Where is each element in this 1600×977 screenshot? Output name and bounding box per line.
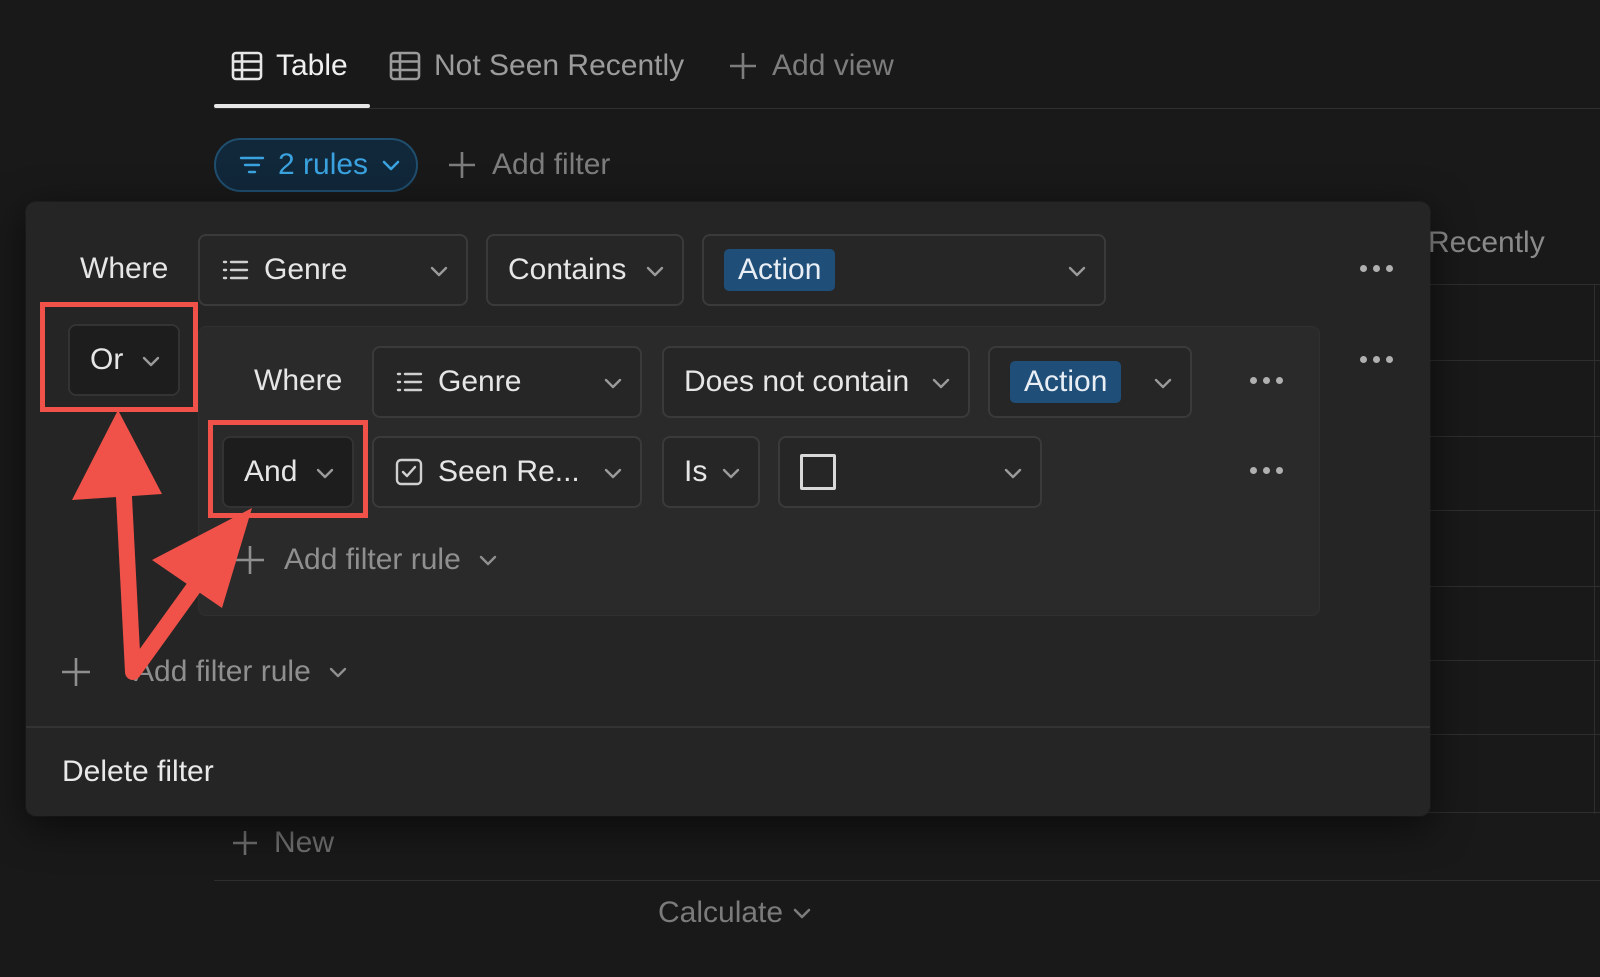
table-row-divider	[1428, 360, 1600, 361]
where-label: Where	[80, 252, 169, 285]
operator-select[interactable]: Does not contain	[662, 346, 970, 418]
chevron-down-icon	[1004, 468, 1022, 479]
property-select[interactable]: Genre	[372, 346, 642, 418]
chevron-down-icon	[722, 468, 740, 479]
tab-table[interactable]: Table	[230, 44, 348, 88]
more-options-icon[interactable]	[1250, 467, 1283, 474]
more-options-icon[interactable]	[1250, 377, 1283, 384]
more-options-icon[interactable]	[1360, 265, 1393, 272]
list-icon	[222, 260, 249, 280]
group-more-options-icon[interactable]	[1360, 356, 1393, 363]
table-icon	[231, 51, 263, 81]
table-row-divider	[1428, 510, 1600, 511]
highlight-box-or	[40, 302, 198, 412]
add-filter-button[interactable]: Add filter	[446, 142, 610, 188]
calculate-label: Calculate	[658, 896, 784, 929]
filter-rules-pill[interactable]: 2 rules	[214, 138, 418, 192]
value-select[interactable]: Action	[702, 234, 1106, 306]
chevron-down-icon	[932, 378, 950, 389]
highlight-box-and	[208, 420, 368, 518]
checkbox-property-icon	[395, 458, 423, 486]
chevron-down-icon	[1068, 266, 1086, 277]
chevron-down-icon	[646, 266, 664, 277]
chevron-down-icon	[430, 266, 448, 277]
operator-select[interactable]: Contains	[486, 234, 684, 306]
table-row-divider	[1428, 812, 1600, 813]
new-row-label: New	[274, 826, 335, 859]
table-row-divider	[1428, 734, 1600, 735]
chevron-down-icon	[604, 468, 622, 479]
chevron-down-icon	[1154, 378, 1172, 389]
column-header[interactable]: Recently	[1428, 226, 1545, 260]
property-label: Seen Re...	[438, 455, 580, 488]
value-tag: Action	[1010, 361, 1122, 403]
table-column-divider	[1594, 284, 1595, 814]
property-select[interactable]: Seen Re...	[372, 436, 642, 508]
rules-label: 2 rules	[278, 148, 369, 181]
property-label: Genre	[264, 253, 348, 286]
tab-label: Not Seen Recently	[434, 49, 685, 82]
tab-not-seen-recently[interactable]: Not Seen Recently	[388, 44, 684, 88]
add-rule-label: Add filter rule	[284, 543, 461, 576]
operator-select[interactable]: Is	[662, 436, 760, 508]
plus-icon	[236, 546, 264, 574]
plus-icon	[233, 831, 257, 855]
plus-icon	[449, 152, 475, 178]
calculate-button[interactable]: Calculate	[658, 896, 813, 930]
table-row-divider	[1428, 660, 1600, 661]
property-select[interactable]: Genre	[198, 234, 468, 306]
popup-divider	[26, 726, 1430, 728]
add-filter-rule-button[interactable]: Add filter rule	[58, 654, 349, 690]
add-view-button[interactable]: Add view	[726, 44, 894, 88]
tab-label: Table	[276, 49, 348, 82]
plus-icon	[730, 53, 756, 79]
unchecked-checkbox-icon[interactable]	[800, 454, 836, 490]
new-row-button[interactable]: New	[230, 826, 334, 860]
add-filter-label: Add filter	[492, 148, 611, 181]
chevron-down-icon	[604, 378, 622, 389]
filter-icon	[239, 156, 265, 174]
add-view-label: Add view	[772, 49, 894, 82]
table-row-divider	[1428, 284, 1600, 285]
delete-filter-button[interactable]: Delete filter	[62, 755, 214, 789]
chevron-down-icon	[382, 160, 400, 171]
chevron-down-icon	[793, 908, 811, 919]
operator-label: Contains	[508, 253, 627, 286]
value-select[interactable]: Action	[988, 346, 1192, 418]
table-bottom-divider	[214, 880, 1600, 881]
table-icon	[389, 51, 421, 81]
where-label: Where	[254, 364, 343, 397]
add-rule-label: Add filter rule	[134, 655, 311, 688]
value-tag: Action	[724, 249, 836, 291]
table-row-divider	[1428, 436, 1600, 437]
chevron-down-icon	[479, 555, 496, 566]
checkbox-value-select[interactable]	[778, 436, 1042, 508]
operator-label: Is	[684, 455, 708, 488]
operator-label: Does not contain	[684, 365, 910, 398]
table-row-divider	[1428, 586, 1600, 587]
plus-icon	[62, 658, 90, 686]
add-group-rule-button[interactable]: Add filter rule	[232, 542, 499, 578]
property-label: Genre	[438, 365, 522, 398]
chevron-down-icon	[329, 667, 346, 678]
tabs-divider	[214, 108, 1600, 109]
list-icon	[396, 372, 423, 392]
